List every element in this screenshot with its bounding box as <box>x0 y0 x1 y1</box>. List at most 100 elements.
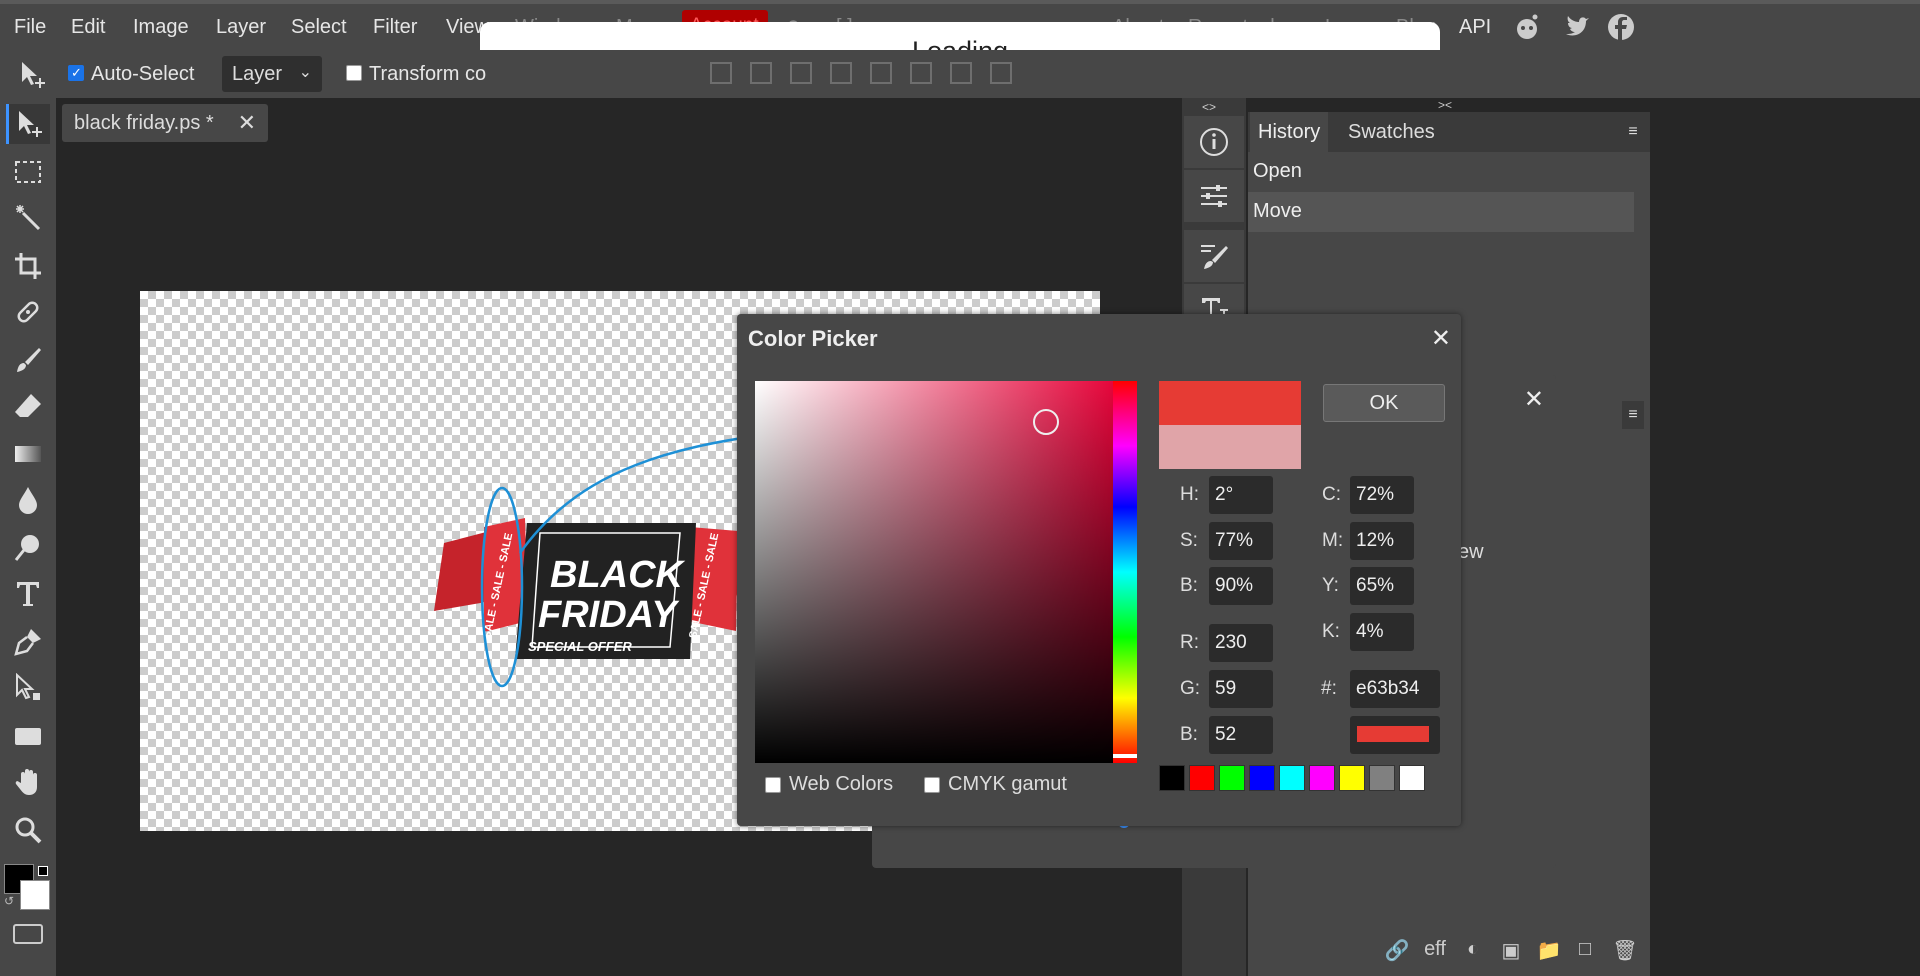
reddit-icon[interactable] <box>1512 12 1542 48</box>
pen-tool[interactable] <box>6 622 50 662</box>
align-icon[interactable] <box>750 62 772 84</box>
web-colors-checkbox[interactable] <box>765 777 781 793</box>
brush-tool[interactable] <box>6 340 50 380</box>
align-icon[interactable] <box>870 62 892 84</box>
color-handle[interactable] <box>1033 409 1059 435</box>
preset-swatch[interactable] <box>1249 765 1275 791</box>
history-entry[interactable]: Move <box>1248 192 1634 232</box>
red-field[interactable]: 230 <box>1209 624 1273 662</box>
panel-menu-icon[interactable]: ≡ <box>1622 118 1644 146</box>
align-icon[interactable] <box>910 62 932 84</box>
trash-icon[interactable]: 🗑 <box>1612 938 1638 962</box>
tools-panel: ↺ <box>0 98 56 976</box>
eraser-tool[interactable] <box>6 386 50 426</box>
facebook-icon[interactable] <box>1606 12 1636 48</box>
healing-brush-icon <box>17 301 39 323</box>
saturation-brightness-field[interactable] <box>755 381 1113 763</box>
info-panel-button[interactable] <box>1184 116 1244 168</box>
dialog-preview-label[interactable]: ew <box>1458 541 1484 564</box>
dodge-tool[interactable] <box>6 528 50 568</box>
preset-swatch[interactable] <box>1279 765 1305 791</box>
hue-slider[interactable] <box>1113 381 1137 763</box>
close-icon[interactable]: ✕ <box>1524 385 1544 414</box>
keyboard-icon[interactable] <box>13 924 43 944</box>
crop-tool[interactable] <box>6 246 50 286</box>
background-color-swatch[interactable] <box>20 880 50 910</box>
blue-field[interactable]: 52 <box>1209 716 1273 754</box>
link-api[interactable]: API <box>1459 16 1491 39</box>
rectangle-icon <box>15 728 41 745</box>
menu-edit[interactable]: Edit <box>71 16 105 39</box>
magenta-field[interactable]: 12% <box>1350 522 1414 560</box>
preset-swatch[interactable] <box>1219 765 1245 791</box>
menu-layer[interactable]: Layer <box>216 16 266 39</box>
preset-swatch[interactable] <box>1369 765 1395 791</box>
dodge-icon <box>14 535 39 561</box>
collapse-panel-right-icon[interactable]: >< <box>1438 98 1452 112</box>
new-layer-icon[interactable]: □ <box>1572 938 1598 962</box>
marquee-tool[interactable] <box>6 152 50 192</box>
cyan-field[interactable]: 72% <box>1350 476 1414 514</box>
tab-swatches[interactable]: Swatches <box>1340 112 1443 152</box>
brush-panel-button[interactable] <box>1184 230 1244 282</box>
preset-swatch[interactable] <box>1399 765 1425 791</box>
black-label: K: <box>1322 621 1340 642</box>
blur-tool[interactable] <box>6 480 50 520</box>
align-icon[interactable] <box>830 62 852 84</box>
close-document-icon[interactable]: ✕ <box>238 110 256 136</box>
folder-icon[interactable]: 📁 <box>1536 938 1562 962</box>
ok-button[interactable]: OK <box>1323 384 1445 422</box>
menu-file[interactable]: File <box>14 16 46 39</box>
hue-field[interactable]: 2° <box>1209 476 1273 514</box>
type-tool[interactable] <box>6 574 50 614</box>
path-select-tool[interactable] <box>6 668 50 708</box>
saturation-field[interactable]: 77% <box>1209 522 1273 560</box>
hand-tool[interactable] <box>6 762 50 802</box>
panel-menu-icon[interactable]: ≡ <box>1622 401 1644 429</box>
twitter-icon[interactable] <box>1562 12 1592 48</box>
rectangle-tool[interactable] <box>6 716 50 756</box>
document-tab[interactable]: black friday.ps * ✕ <box>62 104 268 142</box>
swap-colors-icon[interactable]: ↺ <box>4 894 14 908</box>
preset-swatch[interactable] <box>1159 765 1185 791</box>
align-icon[interactable] <box>990 62 1012 84</box>
adjustments-panel-button[interactable] <box>1184 170 1244 222</box>
transform-controls-checkbox[interactable] <box>346 65 362 81</box>
link-layers-icon[interactable]: 🔗 <box>1384 938 1410 962</box>
align-icon[interactable] <box>950 62 972 84</box>
hue-handle[interactable] <box>1113 754 1137 758</box>
cmyk-gamut-checkbox[interactable] <box>924 777 940 793</box>
yellow-field[interactable]: 65% <box>1350 567 1414 605</box>
auto-select-checkbox[interactable] <box>68 65 84 81</box>
preset-swatch[interactable] <box>1189 765 1215 791</box>
tab-history[interactable]: History <box>1250 112 1329 152</box>
black-field[interactable]: 4% <box>1350 613 1414 651</box>
history-entry[interactable]: Open <box>1248 152 1634 192</box>
align-icon[interactable] <box>710 62 732 84</box>
collapse-panel-icon[interactable]: <> <box>1202 100 1216 114</box>
zoom-tool[interactable] <box>6 810 50 850</box>
hex-field[interactable]: e63b34 <box>1350 670 1440 708</box>
menu-filter[interactable]: Filter <box>373 16 417 39</box>
preset-swatch[interactable] <box>1339 765 1365 791</box>
magic-wand-tool[interactable] <box>6 198 50 238</box>
auto-select-target-dropdown[interactable]: Layer ⌄ <box>222 56 322 92</box>
close-icon[interactable]: ✕ <box>1431 324 1451 353</box>
align-icon[interactable] <box>790 62 812 84</box>
move-tool[interactable] <box>6 104 50 144</box>
gradient-tool[interactable] <box>6 434 50 474</box>
menu-select[interactable]: Select <box>291 16 347 39</box>
old-color-preview[interactable] <box>1159 425 1301 469</box>
menu-image[interactable]: Image <box>133 16 189 39</box>
adjustment-layer-icon[interactable]: ◐ <box>1460 938 1486 962</box>
preset-swatch[interactable] <box>1309 765 1335 791</box>
transform-controls-label: Transform co <box>369 63 487 85</box>
green-field[interactable]: 59 <box>1209 670 1273 708</box>
color-picker-dialog: Color Picker ✕ OK H: 2° S: 77% B: 90% R:… <box>737 314 1461 826</box>
healing-tool[interactable] <box>6 292 50 332</box>
brightness-field[interactable]: 90% <box>1209 567 1273 605</box>
effects-icon[interactable]: eff <box>1422 938 1448 962</box>
mask-icon[interactable]: ▣ <box>1498 938 1524 962</box>
new-color-preview <box>1159 381 1301 425</box>
default-colors-icon[interactable] <box>38 866 48 876</box>
